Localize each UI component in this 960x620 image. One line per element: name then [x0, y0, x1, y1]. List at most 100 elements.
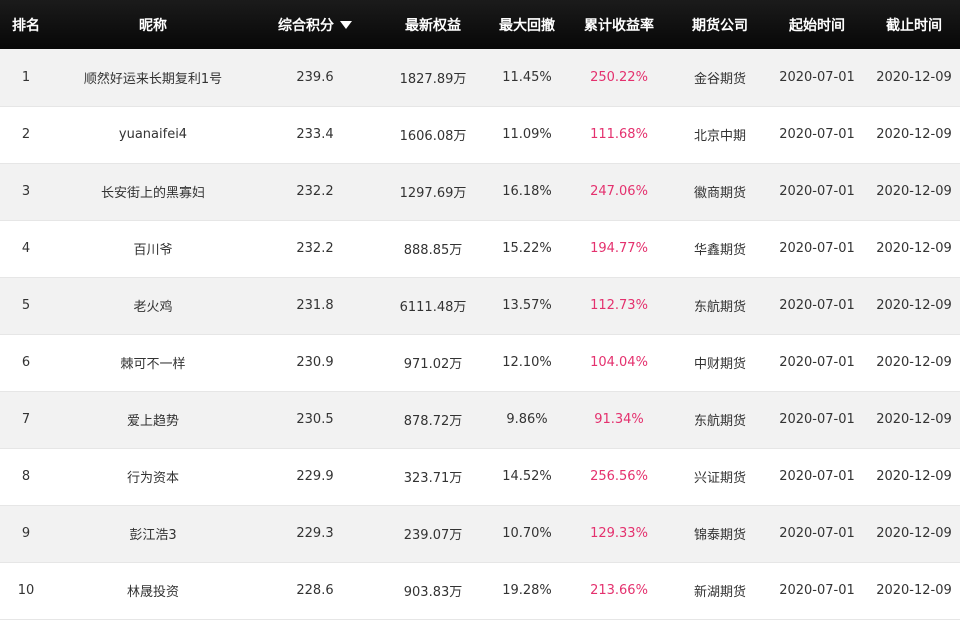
cell-return: 91.34% — [594, 412, 644, 427]
cell-company: 中财期货 — [693, 357, 746, 372]
table-row: 3 长安街上的黑寡妇 232.2 1297.69万 16.18% 247.06%… — [0, 163, 960, 220]
cell-end-date: 2020-12-09 — [876, 412, 952, 427]
cell-return: 213.66% — [590, 583, 648, 598]
cell-nickname: 行为资本 — [126, 471, 179, 486]
cell-equity: 1297.69万 — [399, 186, 467, 201]
cell-nickname: 林晟投资 — [126, 585, 179, 600]
cell-nickname: 百川爷 — [133, 243, 173, 258]
cell-start-date: 2020-07-01 — [779, 526, 855, 541]
cell-return: 104.04% — [590, 355, 648, 370]
cell-start-date: 2020-07-01 — [779, 412, 855, 427]
cell-return: 256.56% — [590, 469, 648, 484]
table-row: 5 老火鸡 231.8 6111.48万 13.57% 112.73% 东航期货… — [0, 277, 960, 334]
table-row: 7 爱上趋势 230.5 878.72万 9.86% 91.34% 东航期货 2… — [0, 391, 960, 448]
cell-return: 247.06% — [590, 184, 648, 199]
cell-rank: 1 — [21, 69, 31, 85]
cell-score: 229.3 — [296, 526, 334, 541]
cell-equity: 888.85万 — [403, 243, 463, 258]
cell-drawdown: 14.52% — [502, 469, 552, 484]
cell-rank: 4 — [21, 241, 31, 256]
cell-drawdown: 10.70% — [502, 526, 552, 541]
cell-score: 229.9 — [296, 469, 334, 484]
sort-desc-icon[interactable] — [340, 20, 352, 29]
cell-start-date: 2020-07-01 — [779, 69, 855, 85]
cell-drawdown: 19.28% — [502, 583, 552, 598]
cell-equity: 6111.48万 — [399, 300, 467, 315]
cell-equity: 971.02万 — [403, 357, 463, 372]
ranking-table: 排名 昵称 综合积分 最新权益 最大回撤 累计收益率 期货公司 起始时间 截止时… — [0, 0, 960, 620]
cell-return: 194.77% — [590, 241, 648, 256]
cell-rank: 6 — [21, 355, 31, 370]
cell-equity: 323.71万 — [403, 471, 463, 486]
cell-company: 金谷期货 — [693, 71, 746, 87]
table-row: 9 彭江浩3 229.3 239.07万 10.70% 129.33% 锦泰期货… — [0, 505, 960, 562]
cell-end-date: 2020-12-09 — [876, 127, 952, 142]
cell-drawdown: 11.09% — [502, 127, 552, 142]
header-rank: 排名 — [12, 17, 40, 34]
cell-rank: 10 — [17, 583, 35, 598]
cell-rank: 5 — [21, 298, 31, 313]
cell-rank: 3 — [21, 184, 31, 199]
cell-nickname: 老火鸡 — [133, 300, 173, 315]
cell-score: 231.8 — [296, 298, 334, 313]
cell-score: 232.2 — [296, 241, 334, 256]
cell-nickname: 长安街上的黑寡妇 — [100, 186, 205, 201]
cell-company: 北京中期 — [693, 129, 746, 144]
header-score-sortable[interactable]: 综合积分 — [254, 0, 376, 49]
cell-company: 新湖期货 — [693, 585, 746, 600]
cell-return: 250.22% — [590, 69, 648, 85]
cell-company: 兴证期货 — [693, 471, 746, 486]
cell-company: 华鑫期货 — [693, 243, 746, 258]
cell-rank: 7 — [21, 412, 31, 427]
table-row: 4 百川爷 232.2 888.85万 15.22% 194.77% 华鑫期货 … — [0, 220, 960, 277]
cell-return: 111.68% — [590, 127, 648, 142]
header-score-label: 综合积分 — [278, 17, 334, 34]
cell-end-date: 2020-12-09 — [876, 298, 952, 313]
header-nickname: 昵称 — [139, 17, 167, 34]
cell-return: 129.33% — [590, 526, 648, 541]
cell-end-date: 2020-12-09 — [876, 583, 952, 598]
cell-nickname: 彭江浩3 — [129, 528, 177, 543]
cell-score: 232.2 — [296, 184, 334, 199]
table-row: 2 yuanaifei4 233.4 1606.08万 11.09% 111.6… — [0, 106, 960, 163]
cell-company: 徽商期货 — [693, 186, 746, 201]
cell-end-date: 2020-12-09 — [876, 241, 952, 256]
cell-end-date: 2020-12-09 — [876, 469, 952, 484]
cell-nickname: 棘可不一样 — [120, 357, 186, 372]
table-row: 1 顺然好运来长期复利1号 239.6 1827.89万 11.45% 250.… — [0, 49, 960, 106]
cell-drawdown: 13.57% — [502, 298, 552, 313]
table-body: 1 顺然好运来长期复利1号 239.6 1827.89万 11.45% 250.… — [0, 49, 960, 619]
cell-drawdown: 12.10% — [502, 355, 552, 370]
cell-drawdown: 9.86% — [506, 412, 548, 427]
cell-start-date: 2020-07-01 — [779, 469, 855, 484]
cell-start-date: 2020-07-01 — [779, 583, 855, 598]
cell-rank: 8 — [21, 469, 31, 484]
cell-drawdown: 16.18% — [502, 184, 552, 199]
table-row: 10 林晟投资 228.6 903.83万 19.28% 213.66% 新湖期… — [0, 562, 960, 619]
cell-start-date: 2020-07-01 — [779, 184, 855, 199]
cell-equity: 239.07万 — [403, 528, 463, 543]
header-equity: 最新权益 — [405, 17, 461, 34]
header-end-date: 截止时间 — [886, 17, 942, 34]
cell-start-date: 2020-07-01 — [779, 355, 855, 370]
cell-nickname: 爱上趋势 — [126, 414, 179, 429]
cell-drawdown: 15.22% — [502, 241, 552, 256]
cell-score: 230.5 — [296, 412, 334, 427]
cell-end-date: 2020-12-09 — [876, 526, 952, 541]
header-drawdown: 最大回撤 — [499, 17, 555, 34]
cell-score: 239.6 — [296, 69, 334, 85]
cell-return: 112.73% — [590, 298, 648, 313]
header-return: 累计收益率 — [584, 17, 654, 34]
cell-end-date: 2020-12-09 — [876, 355, 952, 370]
cell-end-date: 2020-12-09 — [876, 69, 952, 85]
cell-score: 230.9 — [296, 355, 334, 370]
header-company: 期货公司 — [692, 17, 748, 34]
cell-equity: 1606.08万 — [399, 129, 467, 144]
cell-drawdown: 11.45% — [502, 69, 552, 85]
cell-nickname: 顺然好运来长期复利1号 — [83, 71, 223, 87]
cell-company: 东航期货 — [693, 414, 746, 429]
table-row: 8 行为资本 229.9 323.71万 14.52% 256.56% 兴证期货… — [0, 448, 960, 505]
cell-score: 233.4 — [296, 127, 334, 142]
cell-start-date: 2020-07-01 — [779, 127, 855, 142]
table-row: 6 棘可不一样 230.9 971.02万 12.10% 104.04% 中财期… — [0, 334, 960, 391]
